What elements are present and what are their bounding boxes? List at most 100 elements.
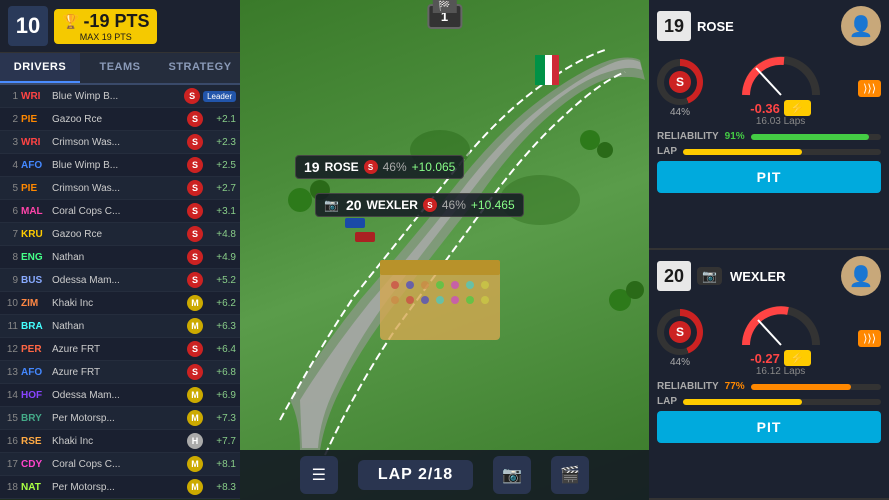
pos-num: 8	[4, 252, 18, 263]
gap-text: +6.8	[206, 367, 236, 378]
track-area: 19 ROSE S 46% +10.065 📷 20 WEXLER S 46% …	[240, 0, 649, 500]
reliability-val-wexler: 77%	[725, 381, 745, 392]
tire-badge: M	[187, 318, 203, 334]
bottom-bar: ☰ LAP 2/18 📷 🎬	[240, 450, 649, 500]
left-panel: 10 🏆 -19 PTS MAX 19 PTS DRIVERS TEAMS ST…	[0, 0, 240, 500]
driver-list: 1 WRI Blue Wimp B... S Leader 2 PIE Gazo…	[0, 85, 240, 500]
pos-num: 16	[4, 436, 18, 447]
car20-driver: WEXLER	[367, 198, 418, 212]
pos-num: 6	[4, 206, 18, 217]
driver-name: Odessa Mam...	[52, 275, 184, 286]
card-name-wexler: WEXLER	[730, 269, 835, 284]
driver-name: Crimson Was...	[52, 183, 184, 194]
laps-row-rose: -0.36 ⚡	[750, 100, 811, 116]
driver-row: 9 BUS Odessa Mam... S +5.2	[0, 269, 240, 292]
lightning-btn-wexler[interactable]: ⚡	[784, 350, 811, 366]
laps-label-rose: 16.03 Laps	[756, 116, 806, 127]
boost-btn-wexler[interactable]: ⟩⟩⟩	[858, 330, 881, 347]
reliability-bar-wexler	[751, 384, 851, 390]
tab-strategy[interactable]: STRATEGY	[160, 53, 240, 83]
driver-row: 3 WRI Crimson Was... S +2.3	[0, 131, 240, 154]
menu-button[interactable]: ☰	[300, 456, 338, 494]
boost-btn-rose[interactable]: ⟩⟩⟩	[858, 80, 881, 97]
team-badge: HOF	[21, 390, 49, 401]
position-number: 10	[16, 13, 40, 39]
lap-display: LAP 2/18	[358, 460, 473, 490]
car20-pct: 46%	[442, 198, 466, 212]
team-badge: ENG	[21, 252, 49, 263]
pit-button-wexler[interactable]: PIT	[657, 411, 881, 443]
lap-label-rose: LAP	[657, 146, 677, 157]
tire-badge: M	[187, 387, 203, 403]
tire-indicator-rose: S	[669, 71, 691, 93]
pos-num: 14	[4, 390, 18, 401]
pos-num: 1	[4, 91, 18, 102]
fuel-section-wexler: S 44%	[657, 309, 703, 368]
tire-badge: S	[187, 111, 203, 127]
video-button[interactable]: 🎬	[551, 456, 589, 494]
camera-icon-wexler: 📷	[697, 267, 722, 285]
pos-num: 4	[4, 160, 18, 171]
pos-num: 11	[4, 321, 18, 332]
team-badge: NAT	[21, 482, 49, 493]
driver-row: 11 BRA Nathan M +6.3	[0, 315, 240, 338]
fuel-gauge-rose: S	[657, 59, 703, 105]
team-badge: BRY	[21, 413, 49, 424]
driver-row: 18 NAT Per Motorsp... M +8.3	[0, 476, 240, 499]
pos-num: 17	[4, 459, 18, 470]
tab-bar: DRIVERS TEAMS STRATEGY	[0, 53, 240, 85]
driver-row: 17 CDY Coral Cops C... M +8.1	[0, 453, 240, 476]
tire-badge: S	[187, 249, 203, 265]
team-badge: BUS	[21, 275, 49, 286]
tab-drivers[interactable]: DRIVERS	[0, 53, 80, 83]
team-badge: CDY	[21, 459, 49, 470]
tire-indicator-wexler: S	[669, 321, 691, 343]
pit-button-rose[interactable]: PIT	[657, 161, 881, 193]
gap-text: +6.2	[206, 298, 236, 309]
driver-name: Azure FRT	[52, 344, 184, 355]
gap-text: +2.5	[206, 160, 236, 171]
driver-row: 12 PER Azure FRT S +6.4	[0, 338, 240, 361]
tab-teams[interactable]: TEAMS	[80, 53, 160, 83]
camera-button[interactable]: 📷	[493, 456, 531, 494]
driver-name: Odessa Mam...	[52, 390, 184, 401]
laps-label-wexler: 16.12 Laps	[756, 366, 806, 377]
card-num-wexler: 20	[657, 261, 691, 291]
team-badge: WRI	[21, 137, 49, 148]
arrows-section-wexler: ⟩⟩⟩	[858, 330, 881, 347]
reliability-val-rose: 91%	[725, 131, 745, 142]
speed-gauge-svg-wexler	[736, 300, 826, 350]
lightning-btn-rose[interactable]: ⚡	[784, 100, 811, 116]
score-bar: 10 🏆 -19 PTS MAX 19 PTS	[0, 0, 240, 53]
car19-num: 19	[304, 159, 320, 175]
lap-bar-wexler	[683, 399, 802, 405]
tire-badge: S	[187, 157, 203, 173]
gap-text: +2.3	[206, 137, 236, 148]
team-badge: ZIM	[21, 298, 49, 309]
reliability-row-wexler: RELIABILITY 77%	[657, 381, 881, 392]
team-badge: MAL	[21, 206, 49, 217]
tire-badge: M	[187, 295, 203, 311]
driver-row: 7 KRU Gazoo Rce S +4.8	[0, 223, 240, 246]
pts-sub: MAX 19 PTS	[80, 32, 132, 42]
tire-badge: S	[187, 203, 203, 219]
team-badge: PER	[21, 344, 49, 355]
fuel-inner-rose: S	[664, 66, 697, 99]
driver-name: Blue Wimp B...	[52, 91, 181, 102]
gap-text: +5.2	[206, 275, 236, 286]
driver-name: Nathan	[52, 252, 184, 263]
car20-num: 20	[346, 197, 362, 213]
gap-text: +7.7	[206, 436, 236, 447]
lap-bar-rose	[683, 149, 802, 155]
reliability-bar-rose	[751, 134, 870, 140]
gap-text: +6.9	[206, 390, 236, 401]
driver-card-wexler: 20 📷 WEXLER 👤 S 44%	[649, 250, 889, 500]
car20-camera-icon: 📷	[324, 198, 339, 212]
gap-text: +3.1	[206, 206, 236, 217]
car19-pct: 46%	[383, 160, 407, 174]
gap-text: +8.3	[206, 482, 236, 493]
driver-avatar-wexler: 👤	[841, 256, 881, 296]
driver-name: Blue Wimp B...	[52, 160, 184, 171]
team-badge: BRA	[21, 321, 49, 332]
tire-badge: S	[187, 364, 203, 380]
